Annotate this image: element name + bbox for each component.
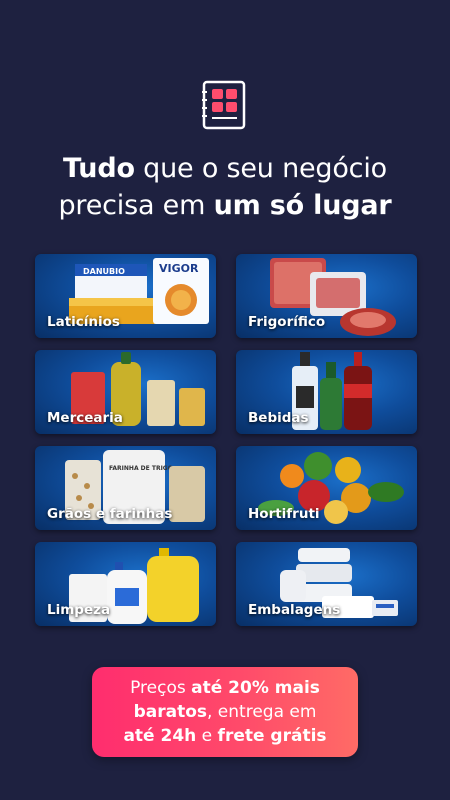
category-label: Hortifruti <box>248 506 320 522</box>
headline-bold-1: Tudo <box>63 153 135 184</box>
category-card-frigorifico[interactable]: Frigorífico <box>236 254 417 338</box>
headline-line-1: Tudo que o seu negócio <box>0 150 450 187</box>
category-card-mercearia[interactable]: Mercearia <box>35 350 216 434</box>
category-label: Limpeza <box>47 602 111 618</box>
category-card-embalagens[interactable]: Embalagens <box>236 542 417 626</box>
category-label: Embalagens <box>248 602 341 618</box>
promo-banner[interactable]: Preços até 20% mais baratos, entrega em … <box>92 667 358 757</box>
category-card-bebidas[interactable]: Bebidas <box>236 350 417 434</box>
promo-text-2: , entrega em <box>207 702 317 722</box>
headline-line-2: precisa em um só lugar <box>0 187 450 224</box>
category-card-graos-farinhas[interactable]: FARINHA DE TRIGO Grãos e farinhas <box>35 446 216 530</box>
headline-text-1: que o seu negócio <box>134 153 387 184</box>
category-label: Grãos e farinhas <box>47 506 173 522</box>
category-card-limpeza[interactable]: Limpeza <box>35 542 216 626</box>
promo-bold-3: até 24h <box>123 726 197 746</box>
headline-bold-2: um só lugar <box>213 190 392 221</box>
promo-line-3: até 24h e frete grátis <box>92 724 358 748</box>
promo-line-1: Preços até 20% mais <box>92 676 358 700</box>
promo-text-1: Preços <box>130 678 192 698</box>
category-label: Laticínios <box>47 314 120 330</box>
category-card-hortifruti[interactable]: Hortifruti <box>236 446 417 530</box>
flour-package-text: FARINHA DE TRIGO <box>109 465 173 472</box>
catalog-logo-icon <box>198 78 252 132</box>
category-label: Frigorífico <box>248 314 326 330</box>
promo-text-3: e <box>196 726 218 746</box>
headline-text-2: precisa em <box>58 190 214 221</box>
category-label: Mercearia <box>47 410 123 426</box>
category-card-laticinios[interactable]: DANUBIO VIGOR Laticínios <box>35 254 216 338</box>
vigor-brand-text: VIGOR <box>159 262 199 275</box>
danubio-brand-text: DANUBIO <box>83 267 125 276</box>
promo-bold-2: baratos <box>133 702 207 722</box>
promo-line-2: baratos, entrega em <box>92 700 358 724</box>
headline: Tudo que o seu negócio precisa em um só … <box>0 150 450 224</box>
promo-bold-1: até 20% mais <box>191 678 320 698</box>
category-label: Bebidas <box>248 410 309 426</box>
promo-bold-4: frete grátis <box>217 726 327 746</box>
